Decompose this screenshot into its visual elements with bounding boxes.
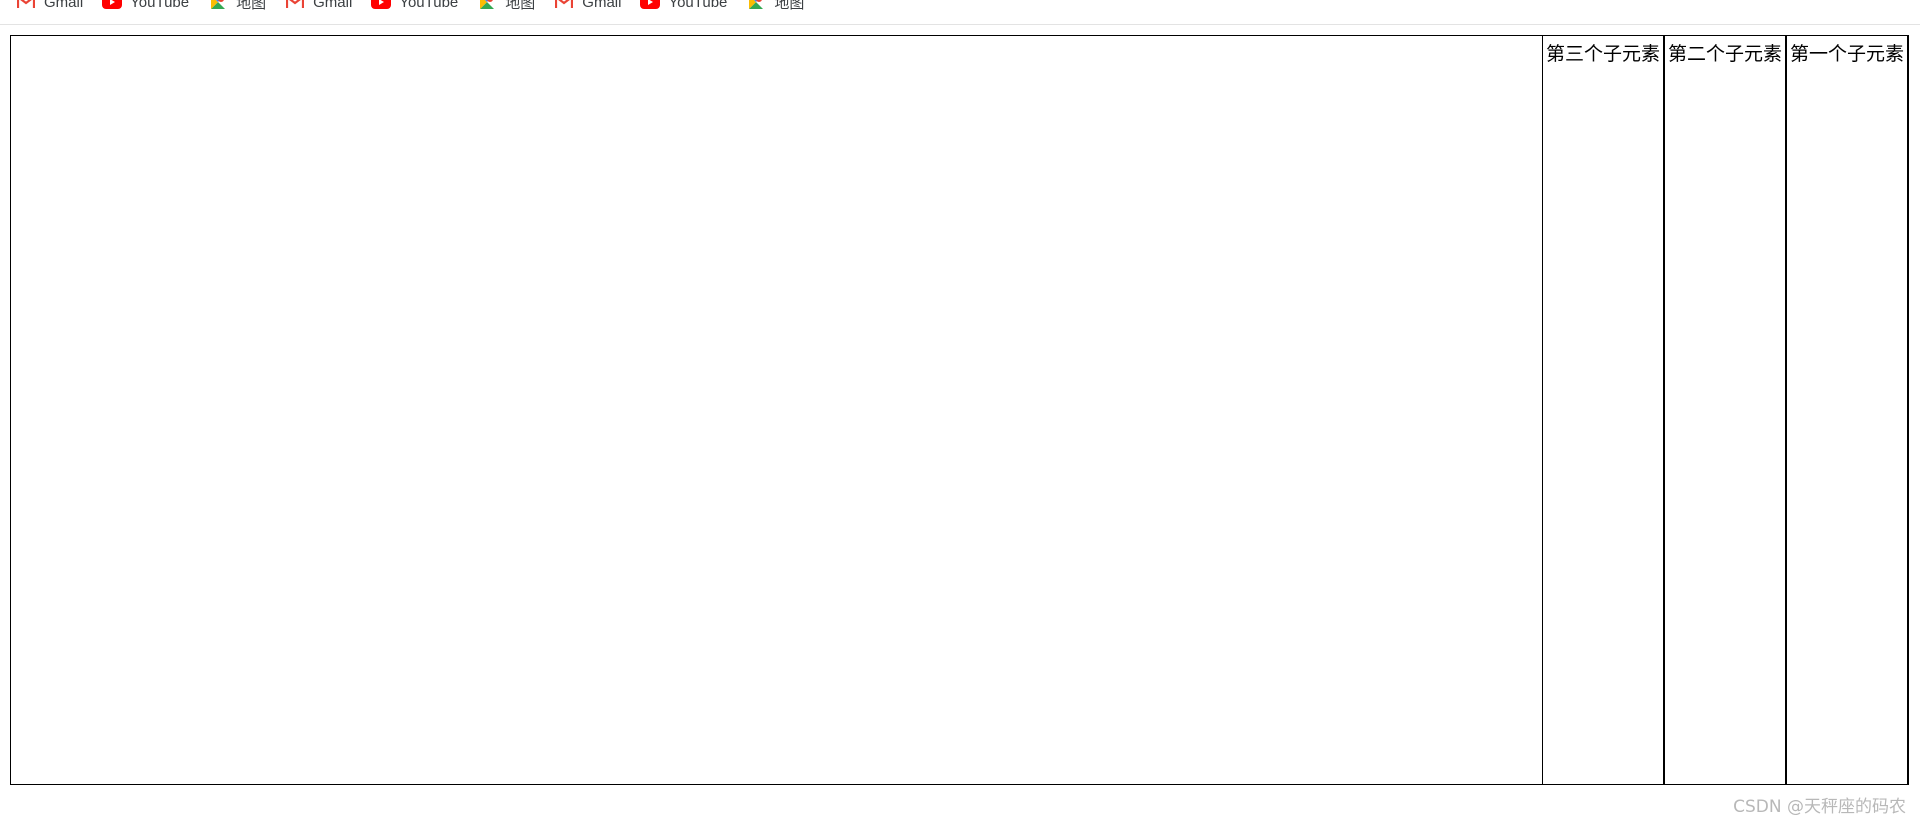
flex-container: 第一个子元素 第二个子元素 第三个子元素 [10, 35, 1909, 785]
gmail-icon [285, 0, 305, 12]
bookmark-youtube[interactable]: YouTube [640, 0, 727, 14]
maps-icon [477, 0, 497, 12]
bookmark-maps[interactable]: 地图 [746, 0, 804, 14]
youtube-icon [371, 0, 392, 12]
bookmark-label: 地图 [774, 0, 805, 12]
bookmark-youtube[interactable]: YouTube [371, 0, 458, 14]
bookmark-maps[interactable]: 地图 [477, 0, 535, 14]
bookmark-label: Gmail [44, 0, 84, 11]
bookmark-label: YouTube [399, 0, 459, 11]
bookmark-label: YouTube [668, 0, 728, 11]
child-second: 第二个子元素 [1664, 36, 1786, 784]
youtube-icon [102, 0, 123, 12]
maps-icon [208, 0, 228, 12]
gmail-icon [554, 0, 574, 12]
bookmark-label: Gmail [582, 0, 622, 11]
bookmark-label: Gmail [313, 0, 353, 11]
bookmark-gmail[interactable]: Gmail [554, 0, 621, 14]
bookmark-label: 地图 [236, 0, 267, 12]
bookmark-gmail[interactable]: Gmail [16, 0, 83, 14]
youtube-icon [640, 0, 661, 12]
bookmark-youtube[interactable]: YouTube [102, 0, 189, 14]
bookmark-gmail[interactable]: Gmail [285, 0, 352, 14]
bookmarks-bar: Gmail YouTube 地图 Gmail YouTube 地图 Gmail … [0, 0, 1920, 25]
csdn-watermark: CSDN @天秤座的码农 [1733, 797, 1906, 817]
maps-icon [746, 0, 766, 12]
bookmark-label: YouTube [130, 0, 190, 11]
child-third: 第三个子元素 [1542, 36, 1664, 784]
gmail-icon [16, 0, 36, 12]
child-first: 第一个子元素 [1786, 36, 1908, 784]
bookmark-label: 地图 [505, 0, 536, 12]
bookmarks-list: Gmail YouTube 地图 Gmail YouTube 地图 Gmail … [16, 0, 823, 14]
bookmark-maps[interactable]: 地图 [208, 0, 266, 14]
